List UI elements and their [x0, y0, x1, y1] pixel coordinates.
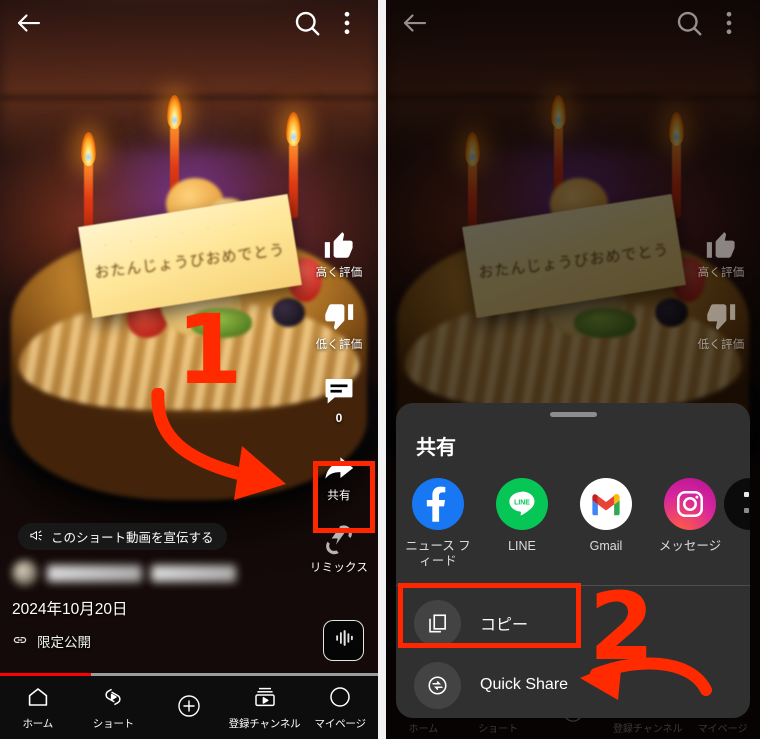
remix-label: リミックス	[309, 562, 369, 574]
right-phone-panel: おたんじょうびおめでとう 高く評価	[386, 0, 760, 739]
share-target-line[interactable]: LINE LINE	[480, 478, 564, 569]
dislike-label: 低く評価	[315, 339, 363, 351]
left-phone-panel: おたんじょうびおめでとう 高く評価 低く評価 0 共有 リミックス このショート…	[0, 0, 378, 739]
thumbs-up-icon	[704, 228, 738, 262]
nav-you[interactable]: マイページ	[302, 676, 378, 739]
comment-icon	[322, 374, 356, 408]
upload-date: 2024年10月20日	[12, 601, 128, 618]
kebab-menu-icon[interactable]	[332, 8, 362, 38]
svg-text:LINE: LINE	[514, 499, 530, 506]
share-action-quick-share[interactable]: Quick Share	[396, 657, 750, 713]
audio-track-button[interactable]	[323, 620, 364, 661]
share-app-row: ニュース フィード LINE LINE Gmail メッセージ	[396, 460, 750, 569]
link-icon	[12, 632, 28, 651]
channel-name-redacted	[47, 564, 142, 582]
account-icon	[328, 685, 352, 712]
right-action-rail: 高く評価 低く評価	[688, 228, 754, 366]
quick-share-icon	[414, 661, 461, 709]
back-arrow-icon[interactable]	[400, 8, 430, 38]
nav-home[interactable]: ホーム	[0, 676, 76, 739]
facebook-icon	[412, 478, 464, 530]
privacy-label: 限定公開	[37, 635, 91, 650]
plus-circle-icon	[177, 694, 201, 721]
nav-subscriptions-label: 登録チャンネル	[228, 717, 301, 730]
comment-count: 0	[335, 411, 343, 425]
line-icon: LINE	[496, 478, 548, 530]
video-meta: 2024年10月20日 限定公開	[12, 560, 236, 651]
search-icon[interactable]	[674, 8, 704, 38]
like-button[interactable]: 高く評価	[306, 228, 372, 280]
nav-you-label: マイページ	[314, 717, 366, 730]
right-topbar	[386, 0, 760, 46]
nav-shorts[interactable]: ショート	[76, 676, 152, 739]
thumbs-up-icon	[322, 228, 356, 262]
drag-handle[interactable]	[549, 412, 597, 417]
share-target-facebook-label: ニュース フィード	[405, 539, 471, 568]
dislike-button[interactable]: 低く評価	[306, 300, 372, 352]
share-target-gmail[interactable]: Gmail	[564, 478, 648, 569]
promote-short-pill[interactable]: このショート動画を宣伝する	[18, 523, 227, 550]
thumbs-down-icon	[322, 300, 356, 334]
nav-home-label: ホーム	[22, 717, 54, 730]
dislike-button[interactable]: 低く評価	[688, 300, 754, 352]
nav-subscriptions[interactable]: 登録チャンネル	[227, 676, 303, 739]
video-title-redacted	[151, 564, 236, 582]
like-label: 高く評価	[315, 267, 363, 279]
avatar	[12, 560, 38, 586]
left-topbar	[0, 0, 378, 46]
subscriptions-icon	[253, 685, 277, 712]
home-icon	[26, 685, 50, 712]
panel-divider	[378, 0, 386, 739]
like-button[interactable]: 高く評価	[688, 228, 754, 280]
share-bottom-sheet: 共有 ニュース フィード LINE LINE Gmail メッセージ コピー Q…	[396, 403, 750, 718]
nav-shorts-label: ショート	[92, 717, 134, 730]
share-target-messages-label: メッセージ	[658, 539, 722, 553]
sound-wave-icon	[333, 627, 355, 654]
channel-row[interactable]	[12, 560, 236, 586]
privacy-row: 限定公開	[12, 631, 236, 651]
share-sheet-title: 共有	[416, 437, 456, 459]
search-icon[interactable]	[292, 8, 322, 38]
nav-create[interactable]	[151, 676, 227, 739]
instagram-icon	[664, 478, 716, 530]
back-arrow-icon[interactable]	[14, 8, 44, 38]
thumbs-down-icon	[704, 300, 738, 334]
kebab-menu-icon[interactable]	[714, 8, 744, 38]
megaphone-icon	[29, 528, 44, 546]
share-button-highlight	[313, 461, 375, 533]
share-target-messages[interactable]: メッセージ	[648, 478, 732, 569]
like-label: 高く評価	[697, 267, 745, 279]
share-target-facebook[interactable]: ニュース フィード	[396, 478, 480, 569]
left-action-rail: 高く評価 低く評価 0 共有 リミックス	[306, 228, 372, 589]
share-target-gmail-label: Gmail	[589, 539, 623, 553]
share-target-line-label: LINE	[508, 539, 536, 553]
copy-row-highlight	[398, 583, 581, 648]
gmail-icon	[580, 478, 632, 530]
share-action-quick-share-label: Quick Share	[480, 676, 569, 693]
screenshot-root: おたんじょうびおめでとう 高く評価 低く評価 0 共有 リミックス このショート…	[0, 0, 760, 739]
comment-button[interactable]: 0	[306, 374, 372, 425]
promote-short-label: このショート動画を宣伝する	[51, 531, 214, 545]
dislike-label: 低く評価	[697, 339, 745, 351]
bottom-nav: ホーム ショート 登録チャンネル マイページ	[0, 676, 378, 739]
shorts-icon	[101, 685, 125, 712]
